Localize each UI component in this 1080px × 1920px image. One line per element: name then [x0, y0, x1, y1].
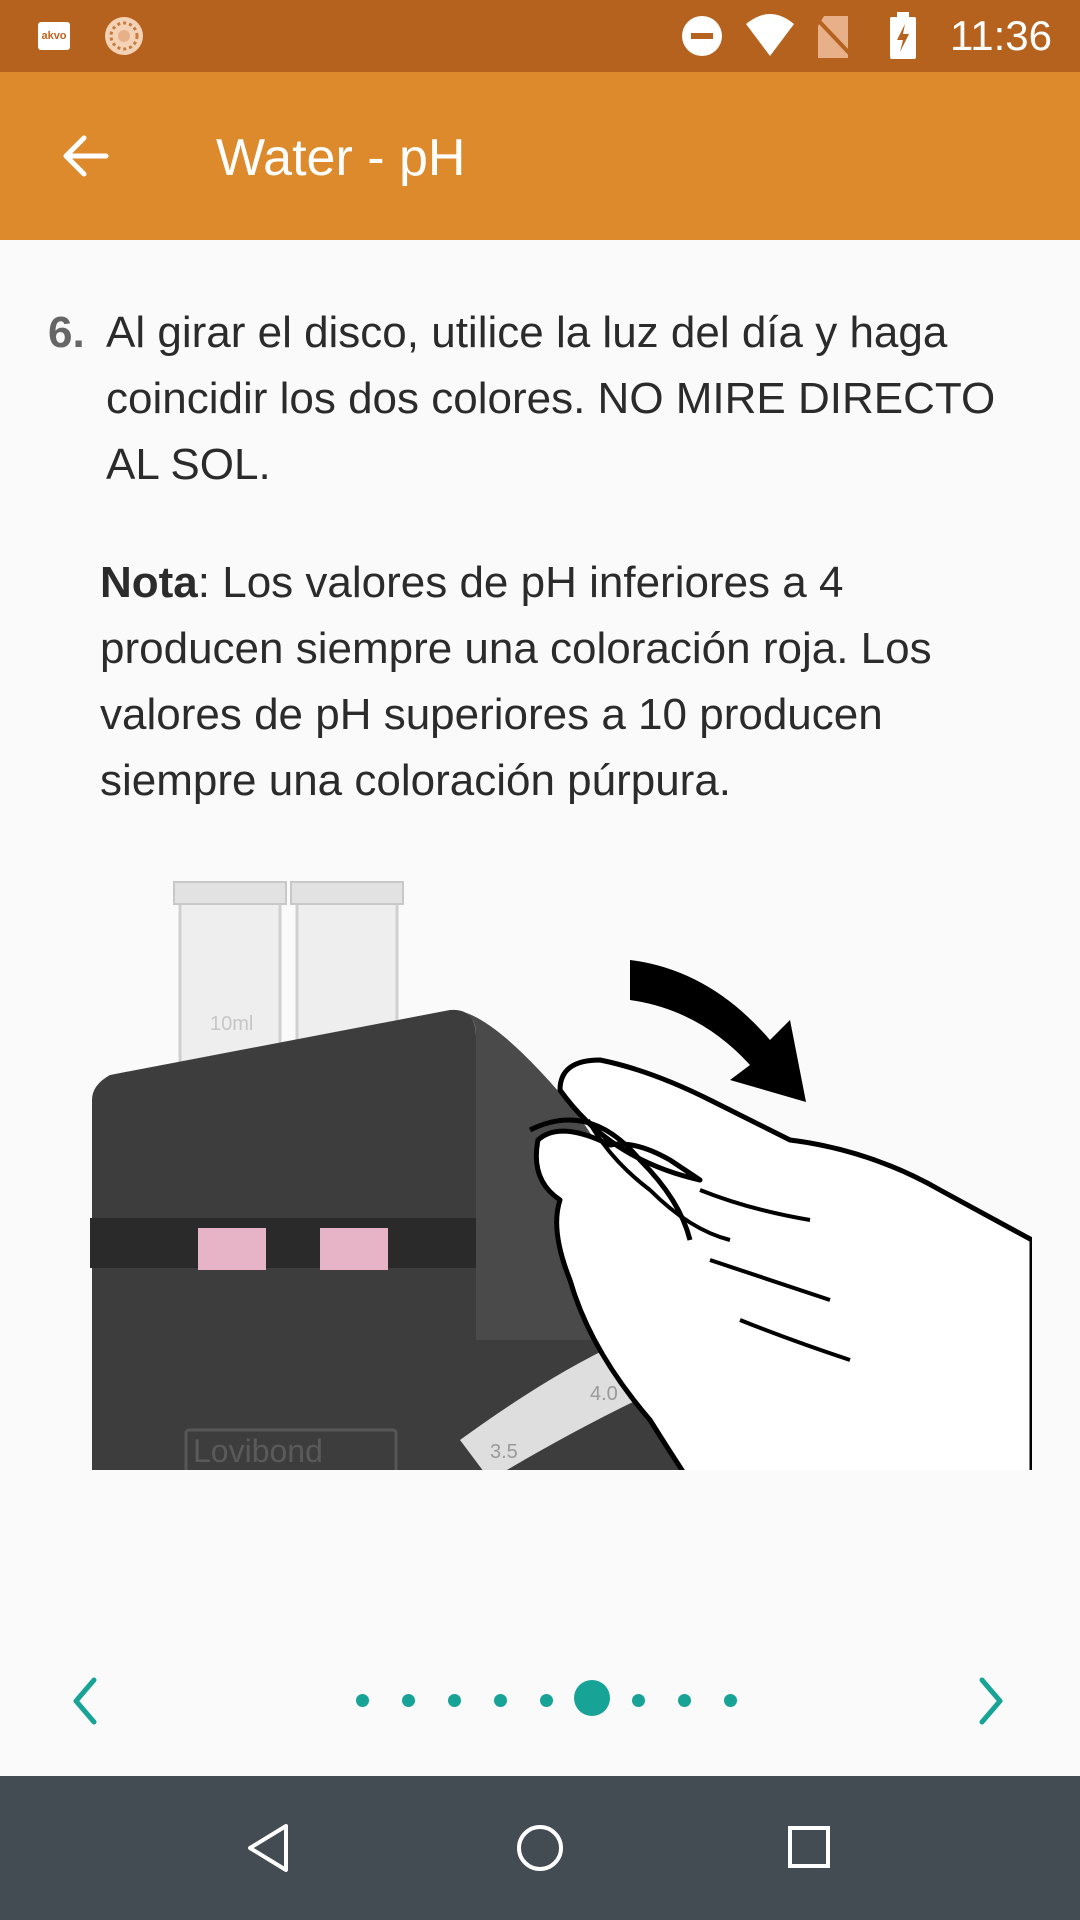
nav-recents-icon[interactable] [786, 1824, 832, 1870]
status-bar: akvo 11:36 [0, 0, 1080, 72]
chevron-left-icon[interactable] [64, 1676, 104, 1726]
nav-home-icon[interactable] [514, 1822, 566, 1874]
battery-charging-icon [890, 12, 916, 59]
comparator-illustration: 10ml Lovibond 3.5 4.0 [90, 881, 1032, 1470]
scale-label-low: 3.5 [490, 1441, 518, 1463]
note-block: Nota: Los valores de pH inferiores a 4 p… [100, 550, 1030, 814]
page-dot[interactable] [447, 1694, 461, 1707]
do-not-disturb-icon [682, 16, 722, 56]
sync-icon [105, 17, 143, 55]
page-dot[interactable] [401, 1694, 415, 1707]
page-dot[interactable] [631, 1694, 645, 1707]
wifi-icon [746, 14, 794, 56]
step-number: 6. [48, 308, 85, 357]
page-dot-active[interactable] [574, 1680, 610, 1716]
status-time: 11:36 [950, 12, 1052, 59]
tube-label: 10ml [210, 1013, 253, 1035]
app-bar: Water - pH [0, 72, 1080, 240]
chevron-right-icon[interactable] [972, 1676, 1012, 1726]
note-text: : Los valores de pH inferiores a 4 produ… [100, 558, 932, 805]
nav-back-icon[interactable] [244, 1822, 294, 1874]
system-nav-bar [0, 1776, 1080, 1920]
page-dot[interactable] [355, 1694, 369, 1707]
step-text: Al girar el disco, utilice la luz del dí… [106, 308, 996, 489]
page-dot[interactable] [723, 1694, 737, 1707]
note-label: Nota [100, 558, 198, 607]
page-dot[interactable] [677, 1694, 691, 1707]
brand-label: Lovibond [193, 1433, 323, 1469]
arrow-back-icon[interactable] [56, 128, 112, 184]
akvo-notification-icon: akvo [38, 22, 70, 50]
page-title: Water - pH [216, 129, 466, 187]
page-dot[interactable] [539, 1694, 553, 1707]
page-indicator [0, 1640, 1080, 1760]
instruction-content: 6. Al girar el disco, utilice la luz del… [0, 240, 1080, 1776]
scale-label-high: 4.0 [590, 1383, 618, 1405]
no-sim-icon [814, 16, 854, 58]
page-dots [350, 1678, 750, 1722]
page-dot[interactable] [493, 1694, 507, 1707]
